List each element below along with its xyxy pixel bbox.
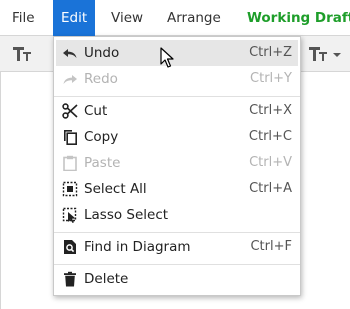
redo-icon: [62, 71, 78, 87]
menu-item-undo[interactable]: Undo Ctrl+Z: [56, 40, 298, 66]
menu-item-delete[interactable]: Delete: [56, 266, 298, 292]
menu-item-cut[interactable]: Cut Ctrl+X: [56, 98, 298, 124]
select-all-icon: [62, 181, 78, 197]
menu-item-label: Delete: [84, 271, 129, 287]
document-title[interactable]: Working Draft .: [247, 0, 350, 36]
mouse-cursor-icon: [160, 47, 174, 69]
menu-item-label: Paste: [84, 155, 121, 171]
menu-file[interactable]: File: [4, 0, 43, 36]
menu-item-shortcut: Ctrl+Z: [249, 45, 292, 60]
menu-item-label: Undo: [84, 45, 120, 61]
menu-bar: File Edit View Arrange Working Draft .: [0, 0, 350, 36]
menu-view[interactable]: View: [103, 0, 151, 36]
canvas-edge: [0, 72, 1, 309]
menu-item-lasso-select[interactable]: Lasso Select: [56, 202, 298, 228]
copy-icon: [62, 129, 78, 145]
menu-item-copy[interactable]: Copy Ctrl+C: [56, 124, 298, 150]
menu-item-find-in-diagram[interactable]: Find in Diagram Ctrl+F: [56, 234, 298, 260]
menu-item-label: Cut: [84, 103, 108, 119]
text-format-icon[interactable]: [12, 44, 34, 64]
menu-item-shortcut: Ctrl+C: [248, 129, 292, 144]
trash-icon: [62, 271, 78, 287]
edit-menu: Undo Ctrl+Z Redo Ctrl+Y Cut Ctrl+X Copy …: [53, 36, 301, 296]
menu-arrange[interactable]: Arrange: [159, 0, 229, 36]
menu-item-shortcut: Ctrl+Y: [250, 71, 292, 86]
menu-item-label: Lasso Select: [84, 207, 169, 223]
menu-item-redo[interactable]: Redo Ctrl+Y: [56, 66, 298, 92]
menu-item-shortcut: Ctrl+F: [250, 239, 292, 254]
menu-item-shortcut: Ctrl+X: [249, 103, 292, 118]
find-in-page-icon: [62, 239, 78, 255]
menu-item-label: Select All: [84, 181, 147, 197]
lasso-select-icon: [62, 207, 78, 223]
menu-item-label: Find in Diagram: [84, 239, 191, 255]
menu-item-label: Copy: [84, 129, 119, 145]
menu-item-shortcut: Ctrl+A: [249, 181, 292, 196]
clipboard-icon: [62, 155, 78, 172]
menu-item-paste[interactable]: Paste Ctrl+V: [56, 150, 298, 176]
menu-divider: [54, 96, 300, 97]
menu-item-label: Redo: [84, 71, 118, 87]
scissors-icon: [62, 103, 78, 119]
menu-divider: [54, 264, 300, 265]
text-format-dropdown-icon[interactable]: [308, 44, 342, 64]
menu-item-shortcut: Ctrl+V: [249, 155, 292, 170]
undo-icon: [62, 45, 78, 61]
menu-item-select-all[interactable]: Select All Ctrl+A: [56, 176, 298, 202]
menu-divider: [54, 232, 300, 233]
menu-edit[interactable]: Edit: [53, 0, 96, 36]
